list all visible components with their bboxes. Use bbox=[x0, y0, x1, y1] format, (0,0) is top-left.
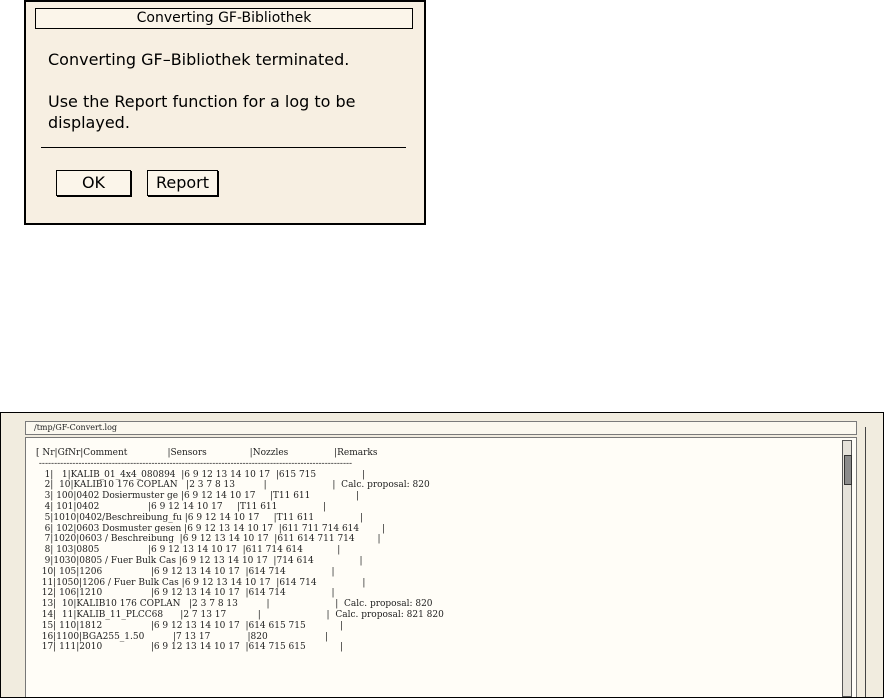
log-file-path: /tmp/GF-Convert.log bbox=[25, 421, 857, 435]
dialog-message: Converting GF–Bibliothek terminated. bbox=[48, 50, 350, 69]
log-row: 12| 106|1210 |6 9 12 13 14 10 17 |614 71… bbox=[36, 588, 335, 599]
log-row: 1| 1|KALIB_01_4x4_080894 |6 9 12 13 14 1… bbox=[36, 469, 365, 480]
log-window: /tmp/GF-Convert.log [ Nr|GfNr|Comment |S… bbox=[0, 412, 884, 698]
log-row: 4| 101|0402 |6 9 12 14 10 17 |T11 611 | bbox=[36, 501, 327, 512]
window-edge bbox=[865, 427, 866, 697]
ok-button[interactable]: OK bbox=[56, 170, 131, 196]
dialog-separator bbox=[41, 147, 406, 148]
scrollbar-thumb[interactable] bbox=[844, 455, 852, 485]
log-header-line: [ Nr|GfNr|Comment |Sensors |Nozzles |Rem… bbox=[36, 448, 378, 458]
log-lines: [ Nr|GfNr|Comment |Sensors |Nozzles |Rem… bbox=[36, 448, 841, 653]
log-row: 13| 10|KALIB10 176 COPLAN |2 3 7 8 13 | … bbox=[36, 599, 433, 610]
dialog-title: Converting GF-Bibliothek bbox=[35, 8, 413, 29]
log-row: 10| 105|1206 |6 9 12 13 14 10 17 |614 71… bbox=[36, 566, 335, 577]
log-row: 5|1010|0402/Beschreibung_fu |6 9 12 14 1… bbox=[36, 512, 363, 523]
log-row: 15| 110|1812 |6 9 12 13 14 10 17 |614 61… bbox=[36, 620, 344, 631]
dialog-hint: Use the Report function for a log to be … bbox=[48, 92, 356, 132]
log-row: 2| 10|KALIB10 176 COPLAN |2 3 7 8 13 | |… bbox=[36, 480, 430, 491]
log-row: 17| 111|2010 |6 9 12 13 14 10 17 |614 71… bbox=[36, 642, 344, 653]
log-row: 16|1100|BGA255_1.50 |7 13 17 |820 | bbox=[36, 631, 328, 642]
log-text-area[interactable]: [ Nr|GfNr|Comment |Sensors |Nozzles |Rem… bbox=[25, 437, 857, 697]
log-row: 9|1030|0805 / Fuer Bulk Cas |6 9 12 13 1… bbox=[36, 555, 363, 566]
report-button[interactable]: Report bbox=[147, 170, 218, 196]
log-row: 6| 102|0603 Dosmuster gesen |6 9 12 13 1… bbox=[36, 523, 386, 534]
log-row: 7|1020|0603 / Beschreibung |6 9 12 13 14… bbox=[36, 534, 381, 545]
log-vertical-scrollbar[interactable] bbox=[842, 440, 852, 697]
log-row: 14| 11|KALIB_11_PLCC68 |2 7 13 17 | | Ca… bbox=[36, 609, 444, 620]
log-row: 8| 103|0805 |6 9 12 13 14 10 17 |611 714… bbox=[36, 545, 341, 556]
log-row: 3| 100|0402 Dosiermuster ge |6 9 12 14 1… bbox=[36, 491, 360, 502]
log-divider-line: ----------------------------------------… bbox=[36, 458, 353, 469]
log-row: 11|1050|1206 / Fuer Bulk Cas |6 9 12 13 … bbox=[36, 577, 366, 588]
conversion-dialog: Converting GF-Bibliothek Converting GF–B… bbox=[24, 0, 426, 225]
